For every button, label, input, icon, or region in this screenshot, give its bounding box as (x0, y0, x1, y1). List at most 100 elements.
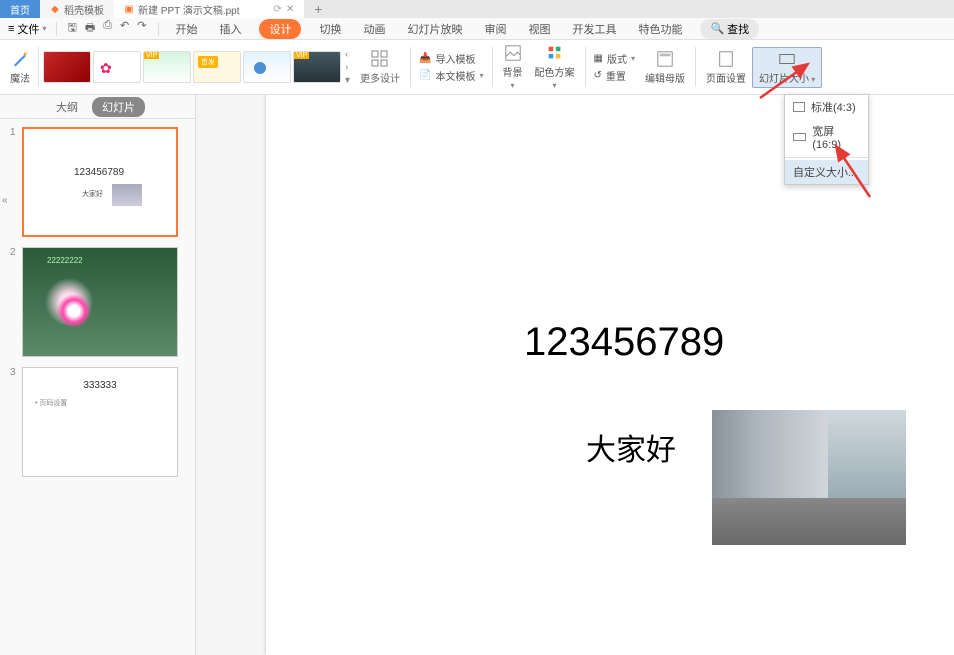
thumb-bullet: • 页码设置 (35, 398, 67, 408)
thumbnail-item[interactable]: 1 123456789 大家好 (10, 127, 185, 237)
color-scheme-label: 配色方案 (535, 64, 575, 79)
outline-tab-outline[interactable]: 大纲 (50, 97, 84, 117)
search-button[interactable]: 🔍 查找 (700, 19, 759, 39)
background-label: 背景 (503, 64, 523, 79)
slide-number: 2 (10, 247, 18, 357)
thumb-title: 333333 (83, 380, 116, 391)
slide-size-button[interactable]: 幻灯片大小 ▾ (752, 47, 822, 88)
size-custom-option[interactable]: 自定义大小... (785, 160, 868, 184)
slide-size-dropdown: 标准(4:3) 宽屏(16:9) 自定义大小... (784, 94, 869, 185)
gallery-more-icon[interactable]: ▾ (345, 75, 350, 86)
layout-icon: ▦ (594, 53, 603, 64)
magic-label: 魔法 (10, 70, 30, 85)
background-icon (504, 44, 522, 62)
template-item[interactable]: VIP (143, 51, 191, 83)
reset-icon: ↺ (594, 70, 602, 81)
color-scheme-button[interactable]: 配色方案 ▾ (529, 44, 581, 90)
layout-button[interactable]: ▦ 版式 ▾ (594, 51, 635, 66)
size-widescreen-option[interactable]: 宽屏(16:9) (785, 119, 868, 155)
page-setup-button[interactable]: 页面设置 (700, 50, 752, 85)
collapse-panel-icon[interactable]: « (2, 195, 8, 206)
slide-image[interactable] (712, 410, 906, 545)
file-menu-label: 文件 (17, 21, 39, 37)
thumbnail-item[interactable]: 3 333333 • 页码设置 (10, 367, 185, 477)
vip-badge: VIP (294, 52, 309, 59)
thumb-image (112, 184, 142, 206)
tab-transition[interactable]: 切换 (315, 19, 345, 39)
template-item[interactable] (243, 51, 291, 83)
ratio-4-3-icon (793, 102, 805, 112)
outline-tab-slides[interactable]: 幻灯片 (92, 97, 145, 117)
palette-icon (546, 44, 564, 62)
slide-size-label: 幻灯片大小 (759, 74, 809, 85)
print-icon[interactable]: 🖶 (85, 19, 95, 38)
slide-thumbnails: 1 123456789 大家好 2 22222222 3 (0, 119, 195, 655)
template-item[interactable]: VIP (293, 51, 341, 83)
size-standard-option[interactable]: 标准(4:3) (785, 95, 868, 119)
master-icon (656, 50, 674, 68)
slide-subtitle-text[interactable]: 大家好 (586, 425, 676, 469)
thumbnail-slide-1[interactable]: 123456789 大家好 (22, 127, 178, 237)
fire-icon: ◆ (50, 4, 60, 14)
tab-insert[interactable]: 插入 (215, 19, 245, 39)
outline-panel: 大纲 幻灯片 1 123456789 大家好 2 22222222 (0, 95, 196, 655)
tab-design[interactable]: 设计 (259, 19, 301, 39)
template-gallery: ✿ VIP 首发 VIP (43, 51, 341, 83)
menu-separator (785, 157, 868, 158)
file-menu[interactable]: ≡ 文件 ▾ (0, 21, 54, 37)
preview-icon[interactable]: ⎙ (103, 19, 112, 38)
gallery-up-icon[interactable]: ‹ (345, 49, 350, 60)
thumbnail-slide-2[interactable]: 22222222 (22, 247, 178, 357)
undo-icon[interactable]: ↶ (120, 19, 129, 38)
local-template-button[interactable]: 📄 本文模板 ▾ (419, 68, 483, 83)
redo-icon[interactable]: ↷ (137, 19, 146, 38)
thumb-subtitle: 大家好 (82, 189, 103, 199)
tab-review[interactable]: 审阅 (480, 19, 510, 39)
tab-modified-icon: ⟳ (274, 4, 282, 15)
tab-document[interactable]: ▣ 新建 PPT 演示文稿.ppt ⟳ ✕ (114, 0, 304, 18)
tab-templates-label: 稻壳模板 (64, 2, 104, 17)
chevron-down-icon: ▾ (42, 24, 46, 33)
slide-title-text[interactable]: 123456789 (524, 320, 724, 365)
magic-button[interactable]: 魔法 (6, 50, 34, 85)
tab-developer[interactable]: 开发工具 (568, 19, 620, 39)
thumbnail-item[interactable]: 2 22222222 (10, 247, 185, 357)
template-item[interactable] (43, 51, 91, 83)
outline-tabs: 大纲 幻灯片 (0, 95, 195, 119)
import-template-button[interactable]: 📥 导入模板 (419, 51, 483, 66)
search-icon: 🔍 (710, 22, 724, 35)
template-item[interactable]: ✿ (93, 51, 141, 83)
slide-size-icon (778, 50, 796, 68)
tab-features[interactable]: 特色功能 (634, 19, 686, 39)
tab-slideshow[interactable]: 幻灯片放映 (403, 19, 466, 39)
chevron-down-icon: ▾ (552, 81, 556, 90)
gallery-down-icon[interactable]: › (345, 62, 350, 73)
background-button[interactable]: 背景▾ (497, 44, 529, 90)
size-standard-label: 标准(4:3) (811, 99, 856, 115)
tab-home-label: 首页 (10, 2, 30, 17)
tab-home[interactable]: 首页 (0, 0, 40, 18)
size-widescreen-label: 宽屏(16:9) (812, 123, 860, 151)
grid-icon (371, 50, 389, 68)
close-icon[interactable]: ✕ (286, 4, 294, 15)
reset-button[interactable]: ↺ 重置 (594, 68, 635, 83)
new-tab-button[interactable]: + (304, 1, 332, 17)
more-design-button[interactable]: 更多设计 (354, 50, 406, 85)
thumbnail-slide-3[interactable]: 333333 • 页码设置 (22, 367, 178, 477)
tab-animation[interactable]: 动画 (359, 19, 389, 39)
tab-view[interactable]: 视图 (524, 19, 554, 39)
thumb-title: 123456789 (74, 167, 124, 178)
chevron-down-icon: ▾ (631, 54, 635, 63)
quick-access-toolbar: 🖫 🖶 ⎙ ↶ ↷ (59, 19, 154, 38)
edit-master-button[interactable]: 编辑母版 (639, 50, 691, 85)
thumb-overlay-text: 22222222 (47, 256, 83, 265)
edit-master-label: 编辑母版 (645, 70, 685, 85)
save-icon[interactable]: 🖫 (67, 19, 76, 38)
layout-group: ▦ 版式 ▾ ↺ 重置 (590, 51, 639, 83)
wand-icon (11, 50, 29, 68)
template-item[interactable]: 首发 (193, 51, 241, 83)
local-template-label: 本文模板 (435, 68, 475, 83)
tab-start[interactable]: 开始 (171, 19, 201, 39)
import-template-label: 导入模板 (435, 51, 475, 66)
tab-templates[interactable]: ◆ 稻壳模板 (40, 0, 114, 18)
